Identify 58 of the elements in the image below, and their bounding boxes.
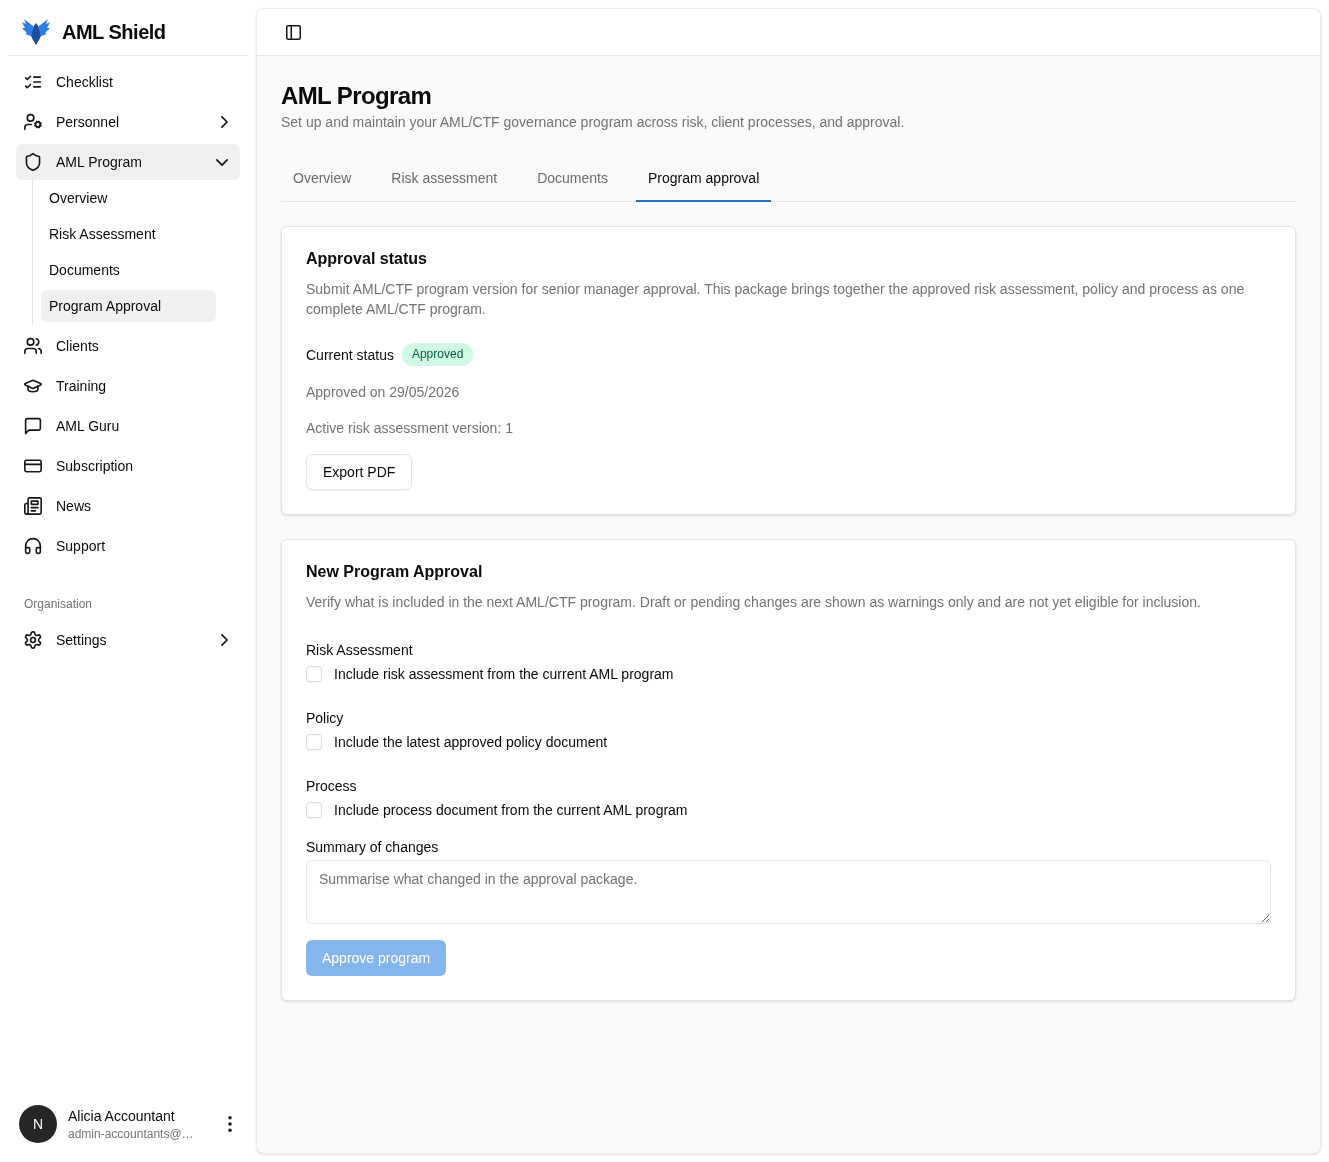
users-icon bbox=[24, 337, 42, 355]
field-label: Summary of changes bbox=[306, 838, 440, 857]
section-heading: Risk Assessment bbox=[306, 641, 414, 660]
credit-card-icon bbox=[24, 457, 42, 475]
summary-field[interactable]: Summarise what changed in the approval package. bbox=[306, 860, 1271, 924]
tab[interactable]: Risk assessment bbox=[379, 156, 510, 202]
checkbox-label: Include the latest approved policy document bbox=[334, 733, 608, 752]
section-heading: Process bbox=[306, 777, 358, 796]
checkbox[interactable] bbox=[306, 666, 322, 682]
card-description: Verify what is included in the next AML/CTF program. Draft or pending changes are shown as warnings only and are not yet eligible for inclusion. bbox=[306, 593, 1202, 612]
nav-item[interactable]: Personnel bbox=[16, 104, 240, 140]
nav-item[interactable]: AML Guru bbox=[16, 408, 240, 444]
settings-icon bbox=[24, 631, 42, 649]
nav-subitem[interactable]: Documents bbox=[41, 254, 216, 286]
nav-item[interactable]: Checklist bbox=[16, 64, 240, 100]
chat-bubble-icon bbox=[24, 417, 42, 435]
nav-subitem[interactable]: Overview bbox=[41, 182, 216, 214]
section-heading: Policy bbox=[306, 709, 345, 728]
checklist-icon bbox=[24, 73, 42, 91]
nav-item[interactable]: AML Program bbox=[16, 144, 240, 180]
card-title: Approval status bbox=[306, 249, 428, 269]
group-label: Organisation bbox=[23, 596, 94, 613]
status-label: Current status bbox=[306, 345, 394, 365]
graduation-cap-icon bbox=[24, 377, 42, 395]
user-avatar[interactable]: N bbox=[19, 1105, 57, 1143]
eagle-logo-icon bbox=[22, 18, 50, 45]
checkbox-label: Include risk assessment from the current AML program bbox=[334, 665, 674, 684]
nav-item[interactable]: Clients bbox=[16, 328, 240, 364]
nav-subitem[interactable]: Program Approval bbox=[41, 290, 216, 322]
brand-name: AML Shield bbox=[62, 19, 166, 45]
card-description: Submit AML/CTF program version for senior manager approval. This package brings together the approved risk assessment, policy and process as one complete AML/CTF program. bbox=[306, 280, 1246, 319]
export-pdf-button[interactable]: Export PDF bbox=[306, 454, 413, 490]
vertical-dots-icon[interactable] bbox=[228, 1116, 232, 1132]
shield-icon bbox=[24, 153, 42, 171]
headphones-icon bbox=[24, 537, 42, 555]
side-panel-icon[interactable] bbox=[286, 24, 301, 40]
checkbox-label: Include process document from the current AML program bbox=[334, 801, 688, 820]
user-gear-icon bbox=[24, 113, 42, 131]
approval-date: Approved on 29/05/2026 bbox=[306, 383, 461, 402]
checkbox[interactable] bbox=[306, 734, 322, 750]
nav-item[interactable]: Training bbox=[16, 368, 240, 404]
card-title: New Program Approval bbox=[306, 562, 484, 582]
nav-item[interactable]: Settings bbox=[16, 622, 240, 658]
status-badge: Approved bbox=[401, 343, 474, 366]
nav-item[interactable]: Support bbox=[16, 528, 240, 564]
nav-subitem[interactable]: Risk Assessment bbox=[41, 218, 216, 250]
page-title: AML Program bbox=[281, 81, 433, 111]
newspaper-icon bbox=[24, 497, 42, 515]
user-name: Alicia Accountant bbox=[68, 1107, 176, 1126]
page-subtitle: Set up and maintain your AML/CTF governance program across risk, client processes, and approval. bbox=[281, 113, 906, 132]
tab[interactable]: Program approval bbox=[636, 156, 772, 202]
checkbox[interactable] bbox=[306, 802, 322, 818]
nav-item[interactable]: Subscription bbox=[16, 448, 240, 484]
user-email: admin-accountants@… bbox=[68, 1126, 195, 1142]
nav-item[interactable]: News bbox=[16, 488, 240, 524]
risk-assessment-version: Active risk assessment version: 1 bbox=[306, 419, 514, 438]
tab[interactable]: Overview bbox=[281, 156, 364, 202]
tab[interactable]: Documents bbox=[525, 156, 620, 202]
